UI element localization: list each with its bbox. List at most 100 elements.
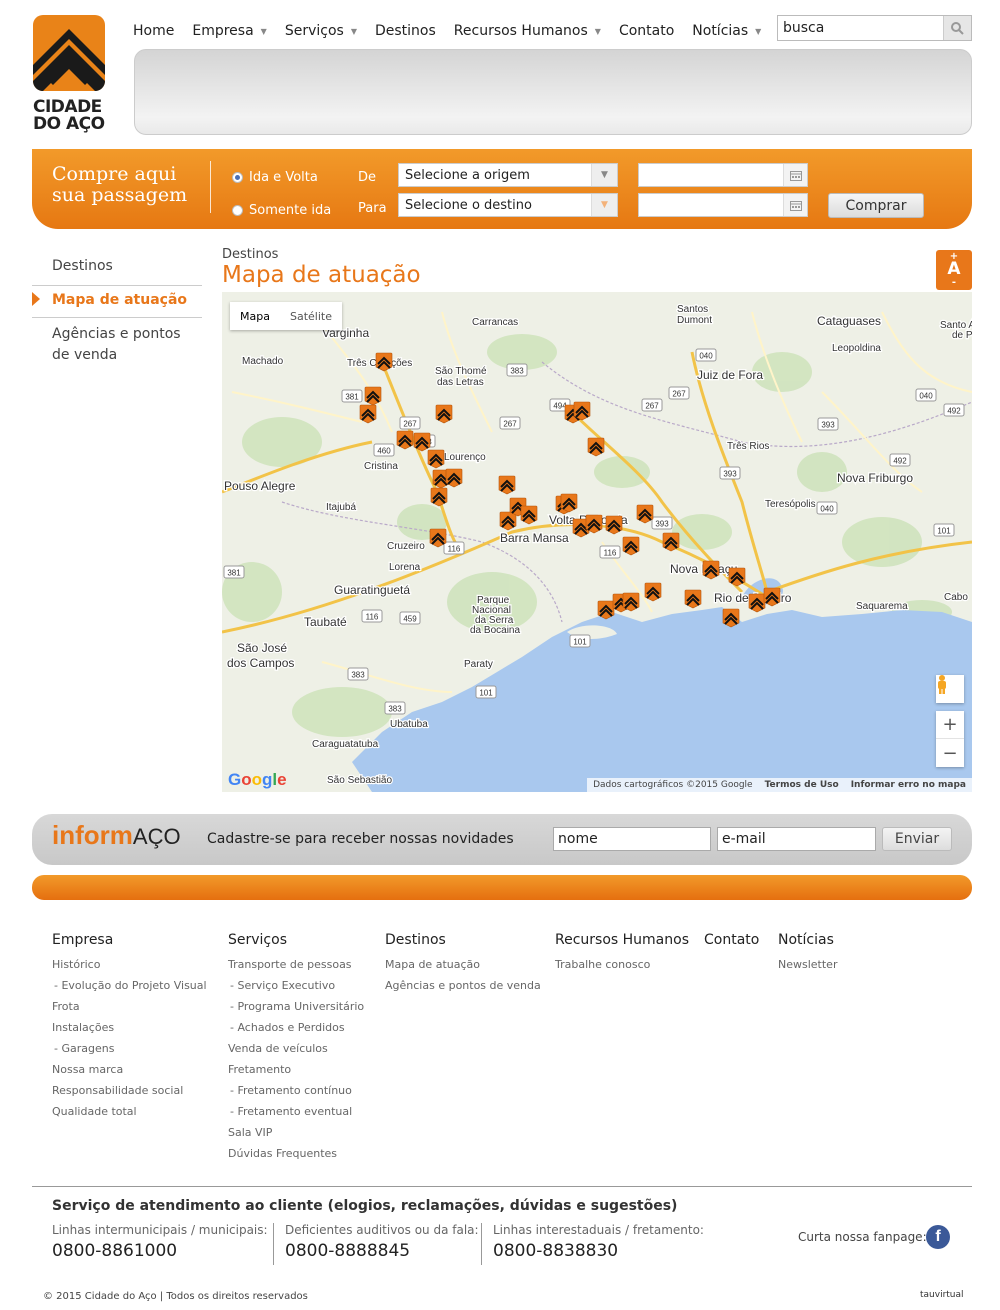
sitemap-heading[interactable]: Contato	[704, 932, 759, 948]
location-marker-icon[interactable]	[573, 401, 591, 421]
sitemap-link[interactable]: Fretamento	[228, 1059, 364, 1080]
sitemap-heading[interactable]: Destinos	[385, 932, 541, 948]
sidebar-item-destinos[interactable]: Destinos	[32, 258, 202, 274]
map-report-link[interactable]: Informar erro no mapa	[845, 780, 972, 790]
sitemap-link[interactable]: Nossa marca	[52, 1059, 207, 1080]
search-button[interactable]	[943, 16, 971, 40]
nav-item-destinos[interactable]: Destinos	[375, 23, 436, 39]
location-marker-icon[interactable]	[763, 587, 781, 607]
map-terms-link[interactable]: Termos de Uso	[759, 780, 845, 790]
nav-item-not-cias[interactable]: Notícias ▼	[692, 23, 761, 39]
location-marker-icon[interactable]	[644, 582, 662, 602]
street-view-pegman-icon[interactable]	[936, 675, 964, 703]
sitemap-link[interactable]: Frota	[52, 996, 207, 1017]
sitemap-link[interactable]: Venda de veículos	[228, 1038, 364, 1059]
nav-item-servi-os[interactable]: Serviços ▼	[285, 23, 357, 39]
location-marker-icon[interactable]	[585, 514, 603, 534]
font-size-control[interactable]: + A -	[936, 250, 972, 290]
destination-select[interactable]: Selecione o destino ▼	[398, 193, 618, 217]
company-logo[interactable]: CIDADE DO AÇO	[33, 15, 105, 135]
sitemap-link[interactable]: Dúvidas Frequentes	[228, 1143, 364, 1164]
sitemap-link[interactable]: Instalações	[52, 1017, 207, 1038]
location-marker-icon[interactable]	[429, 528, 447, 548]
round-trip-option[interactable]: Ida e Volta	[232, 170, 318, 185]
font-decrease-button[interactable]: -	[936, 278, 972, 288]
sitemap-heading[interactable]: Serviços	[228, 932, 364, 948]
nav-item-recursos-humanos[interactable]: Recursos Humanos ▼	[454, 23, 601, 39]
location-marker-icon[interactable]	[597, 600, 615, 620]
sidebar-item-agencias[interactable]: Agências e pontos de venda	[32, 324, 202, 366]
sitemap-heading[interactable]: Empresa	[52, 932, 207, 948]
location-marker-icon[interactable]	[748, 593, 766, 613]
location-marker-icon[interactable]	[413, 432, 431, 452]
sitemap-link[interactable]: Achados e Perdidos	[228, 1017, 364, 1038]
breadcrumb[interactable]: Destinos	[222, 247, 278, 262]
map-place-label: Cruzeiro	[387, 541, 425, 552]
location-marker-icon[interactable]	[605, 515, 623, 535]
sitemap-link[interactable]: Trabalhe conosco	[555, 954, 689, 975]
origin-select[interactable]: Selecione a origem ▼	[398, 163, 618, 187]
nav-item-contato[interactable]: Contato	[619, 23, 674, 39]
location-marker-icon[interactable]	[560, 493, 578, 513]
buy-button[interactable]: Comprar	[828, 193, 924, 218]
location-marker-icon[interactable]	[375, 352, 393, 372]
sitemap-heading[interactable]: Recursos Humanos	[555, 932, 689, 948]
sitemap-link[interactable]: Programa Universitário	[228, 996, 364, 1017]
sitemap-link[interactable]: Sala VIP	[228, 1122, 364, 1143]
calendar-icon[interactable]	[783, 194, 807, 216]
map-type-map-button[interactable]: Mapa	[230, 310, 280, 323]
location-marker-icon[interactable]	[636, 504, 654, 524]
location-marker-icon[interactable]	[728, 567, 746, 587]
calendar-icon[interactable]	[783, 164, 807, 186]
location-marker-icon[interactable]	[430, 487, 448, 507]
location-marker-icon[interactable]	[520, 505, 538, 525]
sitemap-link[interactable]: Agências e pontos de venda	[385, 975, 541, 996]
location-marker-icon[interactable]	[622, 536, 640, 556]
sitemap-link[interactable]: Fretamento eventual	[228, 1101, 364, 1122]
sitemap-link[interactable]: Responsabilidade social	[52, 1080, 207, 1101]
search-input[interactable]	[778, 16, 943, 40]
sitemap-heading[interactable]: Notícias	[778, 932, 837, 948]
location-marker-icon[interactable]	[587, 437, 605, 457]
location-marker-icon[interactable]	[499, 511, 517, 531]
location-marker-icon[interactable]	[684, 589, 702, 609]
zoom-in-button[interactable]: +	[936, 711, 964, 739]
location-marker-icon[interactable]	[445, 468, 463, 488]
sitemap-link[interactable]: Newsletter	[778, 954, 837, 975]
sitemap-link[interactable]: Fretamento contínuo	[228, 1080, 364, 1101]
location-marker-icon[interactable]	[702, 560, 720, 580]
sitemap-link[interactable]: Mapa de atuação	[385, 954, 541, 975]
newsletter-name-input[interactable]	[553, 827, 711, 851]
zoom-out-button[interactable]: −	[936, 739, 964, 767]
sidebar-item-mapa[interactable]: Mapa de atuação	[32, 292, 202, 308]
return-date-input[interactable]	[638, 193, 808, 217]
location-marker-icon[interactable]	[722, 608, 740, 628]
newsletter-send-button[interactable]: Enviar	[882, 827, 952, 851]
facebook-icon[interactable]: f	[926, 1225, 950, 1249]
newsletter-email-input[interactable]	[717, 827, 876, 851]
sitemap-link[interactable]: Histórico	[52, 954, 207, 975]
location-marker-icon[interactable]	[662, 532, 680, 552]
round-trip-radio[interactable]	[232, 172, 243, 183]
location-marker-icon[interactable]	[364, 386, 382, 406]
location-marker-icon[interactable]	[359, 404, 377, 424]
departure-date-input[interactable]	[638, 163, 808, 187]
map-canvas[interactable]: VarginhaCarrancasSantosDumont CataguasesC…	[222, 292, 972, 792]
sitemap-link[interactable]: Evolução do Projeto Visual	[52, 975, 206, 996]
sitemap-link[interactable]: Transporte de pessoas	[228, 954, 364, 975]
map-type-satellite-button[interactable]: Satélite	[280, 310, 342, 323]
one-way-radio[interactable]	[232, 205, 243, 216]
location-marker-icon[interactable]	[427, 449, 445, 469]
coverage-map[interactable]: Varginha Carrancas Santos Dumont Cataguases C…	[222, 292, 972, 792]
location-marker-icon[interactable]	[435, 404, 453, 424]
location-marker-icon[interactable]	[396, 430, 414, 450]
developer-credit[interactable]: tauvirtual	[920, 1290, 964, 1300]
nav-item-empresa[interactable]: Empresa ▼	[192, 23, 266, 39]
sitemap-link[interactable]: Serviço Executivo	[228, 975, 364, 996]
sitemap-link[interactable]: Qualidade total	[52, 1101, 207, 1122]
one-way-option[interactable]: Somente ida	[232, 203, 331, 218]
location-marker-icon[interactable]	[622, 592, 640, 612]
sitemap-link[interactable]: Garagens	[52, 1038, 207, 1059]
nav-item-home[interactable]: Home	[133, 23, 174, 39]
location-marker-icon[interactable]	[498, 475, 516, 495]
